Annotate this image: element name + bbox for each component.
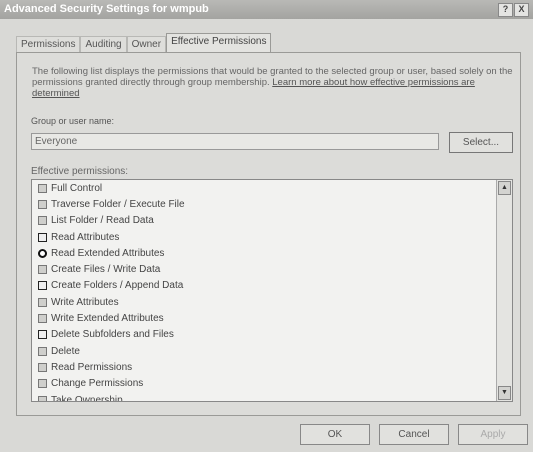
- permission-checkbox: [38, 281, 47, 291]
- close-button[interactable]: X: [514, 3, 529, 17]
- permission-row: Take Ownership: [32, 392, 495, 402]
- permission-row: List Folder / Read Data: [32, 213, 495, 229]
- title-bar: Advanced Security Settings for wmpub ? X: [0, 0, 533, 19]
- apply-button[interactable]: Apply: [458, 424, 528, 445]
- scroll-down-arrow-icon[interactable]: ▼: [498, 386, 511, 400]
- permission-row: Create Folders / Append Data: [32, 278, 495, 294]
- select-button[interactable]: Select...: [449, 132, 513, 153]
- help-button[interactable]: ?: [498, 3, 513, 17]
- permission-label: Full Control: [51, 182, 103, 194]
- permission-row: Write Extended Attributes: [32, 310, 495, 326]
- permission-label: Write Attributes: [51, 296, 119, 308]
- permission-checkbox: [38, 199, 47, 209]
- permission-label: Traverse Folder / Execute File: [51, 198, 185, 210]
- permission-label: Write Extended Attributes: [51, 313, 164, 325]
- permission-checkbox: [38, 314, 47, 324]
- description-text: The following list displays the permissi…: [32, 66, 520, 99]
- tab-permissions[interactable]: Permissions: [16, 36, 81, 53]
- window-title: Advanced Security Settings for wmpub: [4, 3, 209, 15]
- permission-label: List Folder / Read Data: [51, 215, 154, 227]
- permission-checkbox: [38, 379, 47, 389]
- permission-row: Traverse Folder / Execute File: [32, 196, 495, 212]
- permission-checkbox: [38, 265, 47, 275]
- permission-row: Full Control: [32, 180, 495, 196]
- permission-checkbox: [38, 183, 47, 193]
- tab-effective-permissions[interactable]: Effective Permissions: [166, 33, 272, 53]
- permission-row: Read Permissions: [32, 359, 495, 375]
- group-name-label: Group or user name:: [31, 116, 115, 126]
- group-name-field[interactable]: Everyone: [31, 133, 439, 150]
- permission-row: Create Files / Write Data: [32, 261, 495, 277]
- permission-row: Read Attributes: [32, 229, 495, 245]
- permission-label: Change Permissions: [51, 378, 144, 390]
- permission-label: Create Files / Write Data: [51, 264, 161, 276]
- permission-checkbox: [38, 330, 47, 340]
- permission-checkbox: [38, 248, 47, 258]
- permission-row: Change Permissions: [32, 376, 495, 392]
- ok-button[interactable]: OK: [300, 424, 370, 445]
- permission-row: Read Extended Attributes: [32, 245, 495, 261]
- permission-checkbox: [38, 216, 47, 226]
- effective-permissions-list[interactable]: Full Control Traverse Folder / Execute Fi…: [31, 179, 513, 402]
- permission-label: Read Extended Attributes: [51, 247, 165, 259]
- title-buttons: ? X: [498, 3, 529, 17]
- permission-row: Write Attributes: [32, 294, 495, 310]
- effective-permissions-label: Effective permissions:: [31, 166, 129, 177]
- permission-label: Take Ownership: [51, 394, 123, 402]
- tab-auditing[interactable]: Auditing: [80, 36, 127, 53]
- permission-checkbox: [38, 362, 47, 372]
- vertical-scrollbar[interactable]: ▲ ▼: [496, 180, 512, 401]
- permission-checkbox: [38, 395, 47, 401]
- permission-checkbox: [38, 297, 47, 307]
- permission-checkbox: [38, 346, 47, 356]
- permission-label: Delete: [51, 345, 80, 357]
- permission-label: Create Folders / Append Data: [51, 280, 184, 292]
- permission-label: Delete Subfolders and Files: [51, 329, 174, 341]
- cancel-button[interactable]: Cancel: [379, 424, 449, 445]
- permission-label: Read Attributes: [51, 231, 120, 243]
- tab-strip: Permissions Auditing Owner Effective Per…: [16, 33, 272, 53]
- scroll-up-arrow-icon[interactable]: ▲: [498, 181, 511, 195]
- tab-owner[interactable]: Owner: [126, 36, 167, 53]
- permission-label: Read Permissions: [51, 361, 133, 373]
- permission-row: Delete: [32, 343, 495, 359]
- permission-rows: Full Control Traverse Folder / Execute Fi…: [32, 180, 495, 402]
- permission-checkbox: [38, 232, 47, 242]
- permission-row: Delete Subfolders and Files: [32, 327, 495, 343]
